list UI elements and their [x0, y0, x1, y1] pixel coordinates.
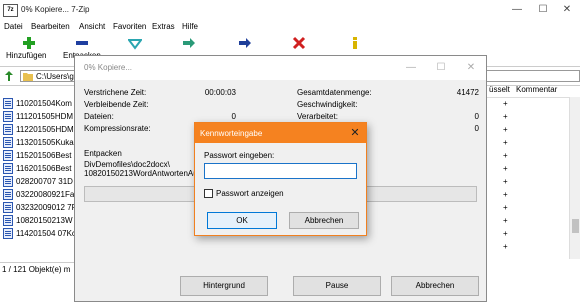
x-icon	[292, 36, 306, 50]
menu-hilfe[interactable]: Hilfe	[182, 22, 198, 31]
list-item[interactable]: 116201506Best	[3, 162, 75, 175]
menu-ansicht[interactable]: Ansicht	[79, 22, 105, 31]
column-encrypted[interactable]: üsselt	[489, 85, 510, 94]
document-icon	[3, 163, 13, 175]
cancel-button[interactable]: Abbrechen	[289, 212, 359, 229]
remaining-time-label: Verbleibende Zeit:	[84, 100, 149, 109]
menu-extras[interactable]: Extras	[152, 22, 175, 31]
menu-bearbeiten[interactable]: Bearbeiten	[31, 22, 70, 31]
list-item[interactable]: 03220080921Fa	[3, 188, 75, 201]
total-size-label: Gesamtdatenmenge:	[297, 88, 372, 97]
arrow-right-icon	[239, 38, 251, 48]
list-item[interactable]: 113201505Kuka	[3, 136, 75, 149]
progress-titlebar: 0% Kopiere... — ☐ ✕	[75, 56, 486, 80]
elapsed-time-value: 00:00:03	[204, 88, 236, 97]
close-icon[interactable]: ✕	[348, 126, 362, 140]
password-label: Passwort eingeben:	[204, 151, 275, 160]
show-password-checkbox[interactable]	[204, 189, 213, 198]
processed-value: 0	[474, 112, 479, 121]
document-icon	[3, 137, 13, 149]
list-item[interactable]: 112201505HDM	[3, 123, 75, 136]
document-icon	[3, 124, 13, 136]
arrow-right-icon	[183, 38, 195, 48]
progress-title: 0% Kopiere...	[84, 63, 133, 72]
list-item[interactable]: 03232009012 7Fr	[3, 201, 75, 214]
folder-up-icon[interactable]	[3, 70, 15, 82]
minimize-button[interactable]: —	[400, 61, 422, 75]
list-item[interactable]: 110201504Kom	[3, 97, 75, 110]
background-button[interactable]: Hintergrund	[180, 276, 268, 296]
maximize-button[interactable]: ☐	[534, 3, 552, 17]
document-icon	[3, 202, 13, 214]
show-password-label[interactable]: Passwort anzeigen	[216, 189, 284, 198]
ok-button[interactable]: OK	[207, 212, 277, 229]
processed-label: Verarbeitet:	[297, 112, 338, 121]
list-item[interactable]: 114201504 07Kc	[3, 227, 75, 240]
elapsed-time-label: Verstrichene Zeit:	[84, 88, 147, 97]
list-item[interactable]: 028200707 31D	[3, 175, 75, 188]
folder-icon	[23, 73, 33, 81]
document-icon	[3, 228, 13, 240]
minimize-button[interactable]: —	[508, 3, 526, 17]
document-icon	[3, 111, 13, 123]
file-list: 110201504Kom 111201505HDM 112201505HDM 1…	[0, 97, 75, 259]
compressed-value: 0	[474, 124, 479, 133]
check-icon	[128, 39, 142, 50]
scrollbar-thumb[interactable]	[572, 219, 579, 233]
menu-bar: Datei Bearbeiten Ansicht Favoriten Extra…	[0, 20, 580, 34]
close-button[interactable]: ✕	[558, 3, 576, 17]
files-label: Dateien:	[84, 112, 114, 121]
files-value: 0	[231, 112, 236, 121]
menu-favoriten[interactable]: Favoriten	[113, 22, 146, 31]
list-item[interactable]: 111201505HDM	[3, 110, 75, 123]
menu-datei[interactable]: Datei	[4, 22, 23, 31]
column-comment[interactable]: Kommentar	[516, 85, 557, 94]
password-input[interactable]	[204, 163, 357, 179]
encrypted-column: + + + + + + + + + + + +	[503, 99, 508, 251]
minus-icon	[76, 41, 88, 45]
column-headers: üsselt Kommentar	[487, 83, 580, 98]
operation-label: Entpacken	[84, 149, 122, 158]
list-item[interactable]: 10820150213W	[3, 214, 75, 227]
close-button[interactable]: ✕	[460, 61, 482, 75]
document-icon	[3, 176, 13, 188]
status-bar: 1 / 121 Objekt(e) m	[0, 262, 77, 277]
app-icon: 7z	[3, 4, 18, 17]
list-item[interactable]: 115201506Best	[3, 149, 75, 162]
speed-label: Geschwindigkeit:	[297, 100, 358, 109]
document-icon	[3, 189, 13, 201]
document-icon	[3, 215, 13, 227]
main-titlebar: 7z 0% Kopiere... 7-Zip — ☐ ✕	[0, 0, 580, 20]
info-icon	[353, 37, 357, 49]
password-dialog-title: Kennworteingabe	[200, 129, 263, 138]
plus-icon	[23, 37, 35, 49]
total-size-value: 41472	[456, 88, 479, 97]
abort-button[interactable]: Abbrechen	[391, 276, 479, 296]
pause-button[interactable]: Pause	[293, 276, 381, 296]
document-icon	[3, 150, 13, 162]
password-dialog: Kennworteingabe ✕ Passwort eingeben: Pas…	[194, 122, 367, 236]
window-title: 0% Kopiere... 7-Zip	[21, 5, 90, 14]
maximize-button[interactable]: ☐	[430, 61, 452, 75]
compression-ratio-label: Kompressionsrate:	[84, 124, 151, 133]
vertical-scrollbar[interactable]	[569, 97, 580, 259]
password-dialog-titlebar: Kennworteingabe ✕	[195, 123, 366, 143]
document-icon	[3, 98, 13, 110]
